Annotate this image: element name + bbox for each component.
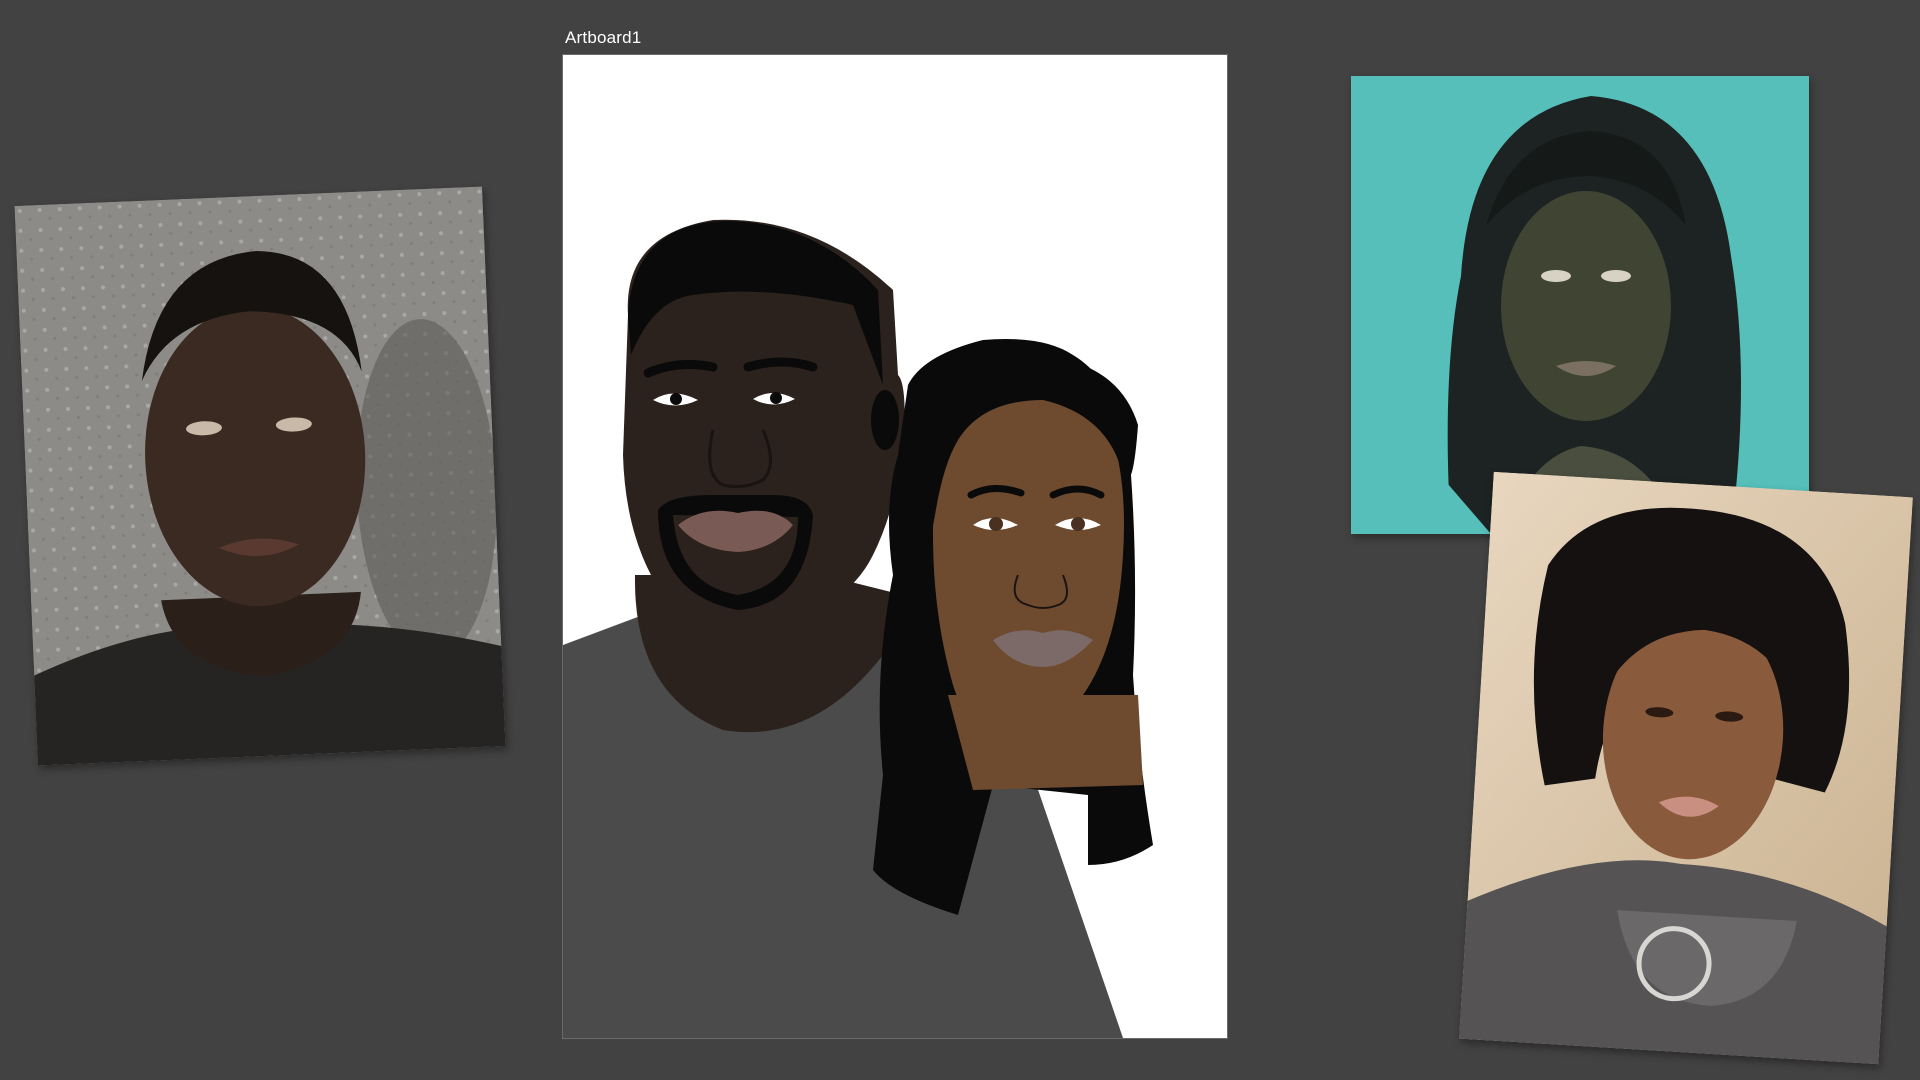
design-canvas[interactable]: Artboard1 [0, 0, 1920, 1080]
artboard[interactable] [562, 54, 1228, 1039]
man-ear-shape [871, 390, 899, 450]
man-brow-right [743, 357, 818, 372]
vector-illustration[interactable] [563, 55, 1227, 1038]
reference-photo-man[interactable] [14, 186, 506, 766]
reference-photo-woman[interactable] [1459, 471, 1913, 1065]
artboard-name-label[interactable]: Artboard1 [565, 28, 641, 48]
reference-painting-woman[interactable] [1351, 76, 1809, 534]
